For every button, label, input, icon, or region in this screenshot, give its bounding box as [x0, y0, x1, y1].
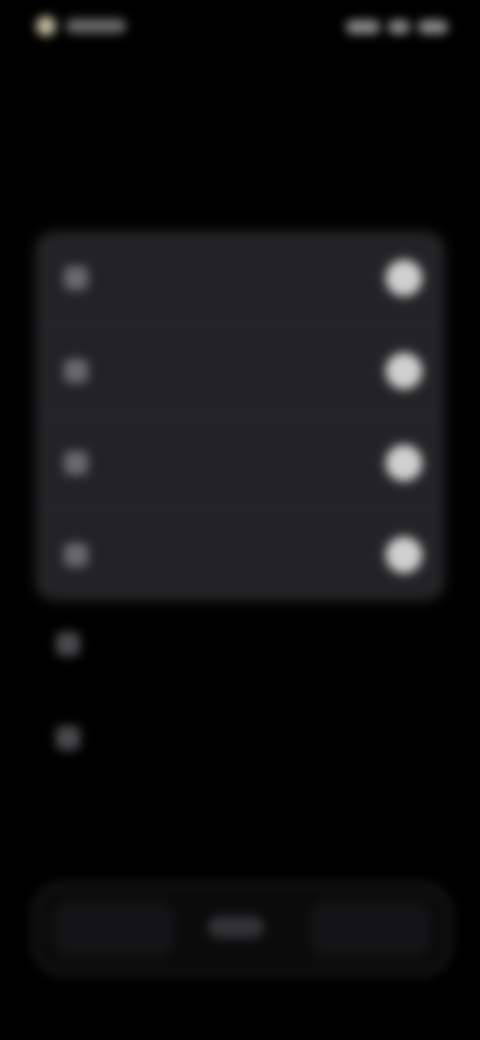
status-time: [66, 19, 126, 33]
status-indicator-icon: [36, 16, 56, 36]
bottom-bar-segment[interactable]: [54, 902, 174, 956]
battery-icon: [418, 20, 448, 34]
home-indicator[interactable]: [208, 916, 264, 938]
app-icon: [56, 726, 80, 750]
toggle-switch[interactable]: [386, 445, 422, 481]
toggle-switch[interactable]: [386, 537, 422, 573]
settings-row[interactable]: [36, 324, 444, 417]
blurred-screen: [0, 0, 480, 1040]
app-icon: [64, 359, 88, 383]
settings-row[interactable]: [36, 416, 444, 509]
wifi-icon: [388, 20, 410, 34]
toggle-switch[interactable]: [386, 260, 422, 296]
signal-icon: [346, 20, 380, 34]
settings-row[interactable]: [36, 232, 444, 324]
status-left: [36, 16, 126, 36]
settings-card: [36, 232, 444, 600]
app-icon: [64, 543, 88, 567]
list-item[interactable]: [56, 708, 424, 768]
toggle-switch[interactable]: [386, 353, 422, 389]
settings-row[interactable]: [36, 508, 444, 601]
app-icon: [64, 451, 88, 475]
bottom-bar-segment[interactable]: [310, 902, 430, 956]
app-icon: [64, 266, 88, 290]
list-item[interactable]: [56, 614, 424, 674]
status-bar: [0, 0, 480, 60]
status-right: [346, 20, 448, 34]
app-icon: [56, 632, 80, 656]
